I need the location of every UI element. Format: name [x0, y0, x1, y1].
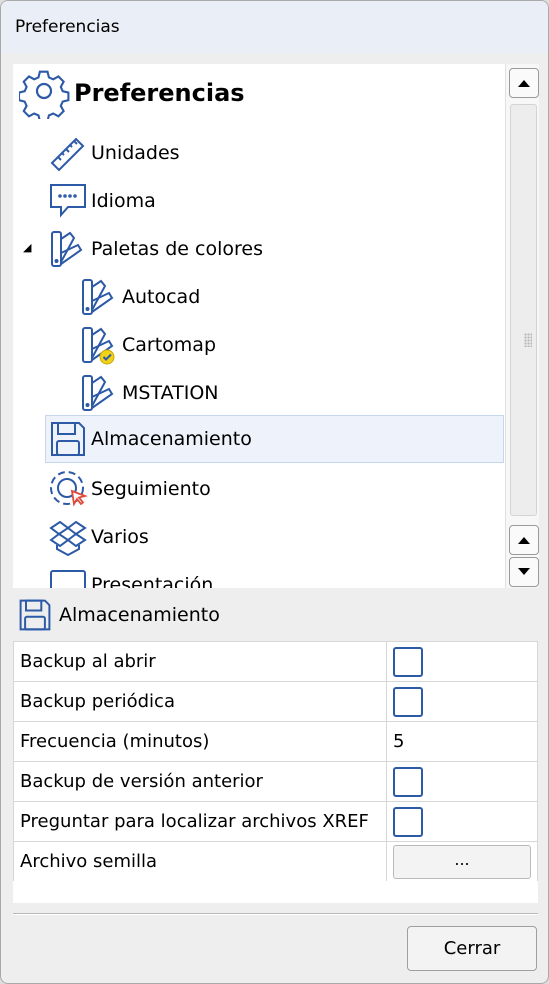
browse-seed-file-button[interactable]: ... [393, 844, 531, 879]
property-grid: Backup al abrir Backup periódica Frecuen… [13, 641, 538, 882]
collapse-arrow-icon[interactable]: ◢ [23, 241, 31, 254]
tree-scrollbar[interactable] [505, 64, 539, 522]
property-value [386, 641, 538, 682]
title-bar: Preferencias [1, 1, 548, 53]
gear-icon [17, 67, 71, 123]
preferences-window: Preferencias Preferencias Unidades Idiom… [0, 0, 549, 984]
scroll-thumb[interactable] [510, 104, 537, 516]
tree-item-almacenamiento[interactable]: Almacenamiento [45, 415, 504, 463]
scroll-up-button-bottom[interactable] [509, 525, 539, 555]
property-row: Backup periódica [13, 681, 538, 722]
property-name: Preguntar para localizar archivos XREF [13, 801, 387, 842]
dropbox-box-icon [48, 517, 88, 557]
property-value [386, 801, 538, 842]
tree-item-autocad[interactable]: Autocad [79, 274, 200, 320]
arrow-up-icon [518, 537, 530, 544]
backup-periodica-checkbox[interactable] [393, 686, 423, 717]
tree-item-label: MSTATION [122, 382, 219, 404]
tree-item-label: Cartomap [122, 334, 217, 356]
speech-bubble-icon [48, 181, 88, 221]
tree-item-idioma[interactable]: Idioma [48, 178, 156, 224]
tree-item-label: Seguimiento [91, 478, 211, 500]
property-value: ... [386, 841, 538, 882]
tree-item-presentacion[interactable]: Presentación [48, 562, 213, 588]
section-title: Almacenamiento [59, 604, 220, 626]
tree-item-paletas[interactable]: Paletas de colores [48, 226, 263, 272]
property-value [386, 681, 538, 722]
tree-item-mstation[interactable]: MSTATION [79, 370, 218, 416]
tree-item-label: Unidades [91, 142, 180, 164]
property-name: Backup de versión anterior [13, 761, 387, 802]
preferences-tree[interactable]: Preferencias Unidades Idioma ◢ Paletas d… [13, 64, 505, 588]
tree-item-seguimiento[interactable]: Seguimiento [48, 466, 211, 512]
property-row: Backup de versión anterior [13, 761, 538, 802]
property-value [386, 761, 538, 802]
tree-item-label: Almacenamiento [91, 428, 252, 450]
property-name: Frecuencia (minutos) [13, 721, 387, 762]
property-row: Backup al abrir [13, 641, 538, 682]
preguntar-xref-checkbox[interactable] [393, 806, 423, 837]
footer-separator [13, 913, 538, 915]
palette-active-icon [79, 325, 119, 365]
floppy-disk-icon [48, 419, 88, 459]
close-button[interactable]: Cerrar [407, 926, 537, 971]
property-name: Backup periódica [13, 681, 387, 722]
grip-icon [524, 333, 532, 347]
property-grid-padding [13, 881, 538, 903]
tree-item-label: Presentación [91, 574, 214, 588]
ruler-icon [48, 133, 88, 173]
tree-item-varios[interactable]: Varios [48, 514, 149, 560]
tree-item-label: Autocad [122, 286, 201, 308]
floppy-disk-icon [17, 597, 53, 633]
palette-swatch-icon [79, 277, 119, 317]
tree-scroll-arrows [505, 522, 539, 588]
section-header: Almacenamiento [17, 597, 220, 633]
tracking-target-icon [48, 469, 88, 509]
tree-root-label: Preferencias [74, 79, 245, 107]
tree-root[interactable]: Preferencias [17, 67, 245, 123]
palette-swatch-icon [79, 373, 119, 413]
tree-item-label: Idioma [91, 190, 156, 212]
frecuencia-input[interactable]: 5 [386, 721, 538, 762]
property-row: Archivo semilla ... [13, 841, 538, 882]
tree-item-cartomap[interactable]: Cartomap [79, 322, 216, 368]
property-row: Frecuencia (minutos) 5 [13, 721, 538, 762]
arrow-down-icon [518, 568, 530, 575]
backup-al-abrir-checkbox[interactable] [393, 646, 423, 677]
palette-swatch-icon [48, 229, 88, 269]
property-name: Archivo semilla [13, 841, 387, 882]
tree-item-label: Paletas de colores [91, 238, 263, 260]
presentation-icon [48, 565, 88, 588]
tree-item-label: Varios [91, 526, 149, 548]
scroll-down-button[interactable] [509, 557, 539, 587]
window-title: Preferencias [15, 17, 120, 37]
tree-item-unidades[interactable]: Unidades [48, 130, 180, 176]
property-name: Backup al abrir [13, 641, 387, 682]
arrow-up-icon [518, 80, 530, 87]
backup-version-anterior-checkbox[interactable] [393, 766, 423, 797]
scroll-up-button[interactable] [509, 68, 539, 98]
property-row: Preguntar para localizar archivos XREF [13, 801, 538, 842]
